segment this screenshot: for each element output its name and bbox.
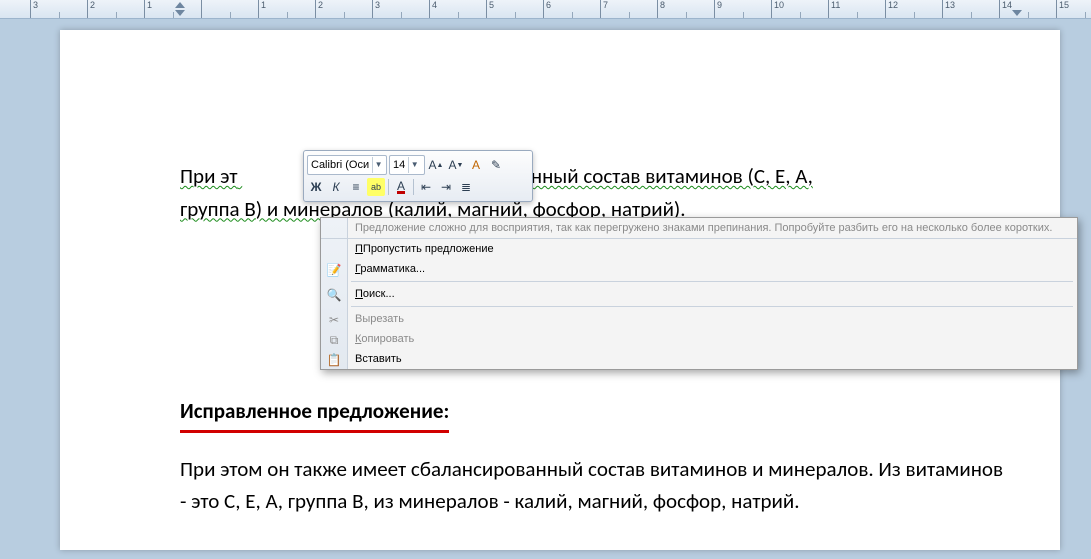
ruler-tick: 1 [144,0,201,18]
grammar-dialog-item[interactable]: 📝 Грамматика... [321,259,1077,279]
ruler-tick: 10 [771,0,828,18]
paste-item[interactable]: 📋 Вставить [321,349,1077,369]
highlight-button[interactable]: ab [367,178,385,196]
ruler-tick: 5 [486,0,543,18]
grammar-icon: 📝 [326,262,342,278]
shrink-font-button[interactable]: A▼ [447,156,465,174]
brush-icon: ✎ [491,158,501,172]
ruler-tick-label: 12 [888,0,898,10]
italic-button[interactable]: К [327,178,345,196]
center-align-button[interactable]: ≡ [347,178,365,196]
font-size-value: 14 [390,159,408,171]
font-size-combo[interactable]: 14 ▼ [389,155,425,175]
ruler-tick-label: 9 [717,0,722,10]
ruler-tick-label: 1 [261,0,266,10]
separator [413,179,414,195]
ruler-tick-label: 11 [831,0,840,10]
font-color-button[interactable]: A [392,178,410,196]
chevron-down-icon[interactable]: ▼ [408,157,420,173]
mini-toolbar: Calibri (Оси ▼ 14 ▼ A▲ A▼ A ✎ Ж К ≡ ab A… [303,150,533,202]
ruler-tick-label: 7 [603,0,608,10]
bullets-button[interactable]: ≣ [457,178,475,196]
ruler-tick: 15 [1056,0,1091,18]
ruler-tick-label: 14 [1002,0,1012,10]
ruler-tick-label: 8 [660,0,665,10]
ruler-tick: 7 [600,0,657,18]
clipboard-icon: 📋 [326,352,342,368]
ruler-tick-label: 3 [375,0,380,10]
corrected-heading: Исправленное предложение: [180,395,449,433]
ruler-tick: 2 [315,0,372,18]
ruler-tick-label: 10 [774,0,784,10]
ruler-tick: 12 [885,0,942,18]
list-icon: ≣ [461,180,471,194]
copy-icon: ⧉ [326,332,342,348]
ruler-tick: 1 [258,0,315,18]
ruler-tick: 13 [942,0,999,18]
format-painter-button[interactable]: ✎ [487,156,505,174]
cut-item: ✂ Вырезать [321,309,1077,329]
increase-indent-button[interactable]: ⇥ [437,178,455,196]
ruler-tick-label: 5 [489,0,494,10]
ruler-tick-label: 3 [33,0,38,10]
grammar-suggestion-text: Предложение сложно для восприятия, так к… [321,218,1077,239]
font-name-value: Calibri (Оси [308,159,372,171]
ruler-tick: 3 [30,0,87,18]
font-name-combo[interactable]: Calibri (Оси ▼ [307,155,387,175]
chevron-down-icon[interactable]: ▼ [372,157,384,173]
ruler-tick-label: 1 [147,0,152,10]
skip-sentence-item[interactable]: ППропустить предложение [321,239,1077,259]
search-icon: 🔍 [326,287,342,303]
increase-indent-icon: ⇥ [441,180,451,194]
decrease-indent-icon: ⇤ [421,180,431,194]
ruler-tick: 11 [828,0,885,18]
ruler-tick: 6 [543,0,600,18]
ruler-tick-label: 15 [1059,0,1069,10]
ruler-tick [201,0,258,18]
horizontal-ruler[interactable]: 3211234567891011121314151617 [0,0,1091,19]
menu-divider [351,281,1073,282]
ruler-tick: 4 [429,0,486,18]
ruler-tick-label: 4 [432,0,437,10]
decrease-indent-button[interactable]: ⇤ [417,178,435,196]
grow-font-button[interactable]: A▲ [427,156,445,174]
paragraph-original-a: При эт [180,163,237,189]
separator [388,179,389,195]
menu-divider [351,306,1073,307]
copy-item: ⧉ Копировать [321,329,1077,349]
bold-button[interactable]: Ж [307,178,325,196]
ruler-tick: 3 [372,0,429,18]
ruler-tick: 8 [657,0,714,18]
ruler-tick: 9 [714,0,771,18]
lookup-item[interactable]: 🔍 Поиск... [321,284,1077,304]
paragraph-corrected[interactable]: При этом он также имеет сбалансированный… [180,453,1010,518]
scissors-icon: ✂ [326,312,342,328]
ruler-tick-label: 2 [90,0,95,10]
styles-button[interactable]: A [467,156,485,174]
grammar-context-menu: Предложение сложно для восприятия, так к… [320,217,1078,370]
ruler-tick: 14 [999,0,1056,18]
ruler-tick-label: 2 [318,0,323,10]
ruler-tick: 2 [87,0,144,18]
ruler-tick-label: 6 [546,0,551,10]
ruler-tick-label: 13 [945,0,955,10]
